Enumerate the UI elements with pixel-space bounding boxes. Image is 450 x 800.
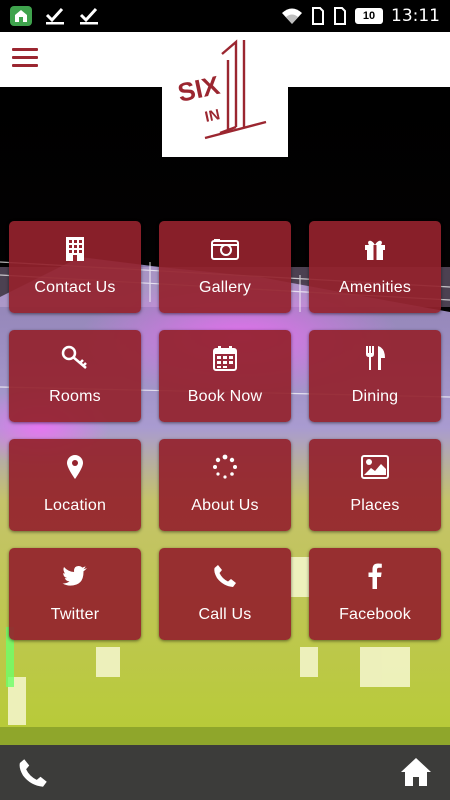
- menu-grid: Contact Us Gallery Amenities Rooms Book …: [9, 221, 441, 640]
- logo-text-sub: IN: [203, 106, 221, 126]
- amenities-button[interactable]: Amenities: [309, 221, 441, 313]
- spinner-icon: [211, 453, 239, 481]
- tile-label: Gallery: [198, 279, 252, 296]
- places-button[interactable]: Places: [309, 439, 441, 531]
- book-now-button[interactable]: Book Now: [159, 330, 291, 422]
- calendar-icon: [211, 344, 239, 372]
- tile-label: Amenities: [338, 279, 412, 296]
- contact-us-button[interactable]: Contact Us: [9, 221, 141, 313]
- home-icon[interactable]: [400, 756, 432, 788]
- facebook-button[interactable]: Facebook: [309, 548, 441, 640]
- wifi-icon: [282, 8, 302, 24]
- tile-label: Twitter: [50, 606, 100, 623]
- clock: 13:11: [391, 6, 440, 26]
- sim-icon: [312, 7, 324, 25]
- bottom-bar: [0, 745, 450, 800]
- rooms-button[interactable]: Rooms: [9, 330, 141, 422]
- tile-label: Location: [43, 497, 107, 514]
- tile-label: Places: [350, 497, 400, 514]
- facebook-icon: [361, 562, 389, 590]
- dining-button[interactable]: Dining: [309, 330, 441, 422]
- check-icon: [79, 7, 98, 25]
- gallery-button[interactable]: Gallery: [159, 221, 291, 313]
- image-icon: [361, 453, 389, 481]
- hamburger-menu-icon[interactable]: [12, 48, 38, 68]
- tile-label: Dining: [351, 388, 399, 405]
- tile-label: Call Us: [198, 606, 252, 623]
- map-pin-icon: [61, 453, 89, 481]
- app-notification-icon: [10, 6, 32, 26]
- tile-label: Book Now: [187, 388, 263, 405]
- key-icon: [61, 344, 89, 372]
- sim-icon: [334, 7, 346, 25]
- phone-icon[interactable]: [18, 758, 48, 788]
- gift-icon: [361, 235, 389, 263]
- status-bar: 10 13:11: [0, 0, 450, 32]
- phone-icon: [211, 562, 239, 590]
- twitter-icon: [61, 562, 89, 590]
- logo-text-main: SIX: [175, 70, 223, 108]
- utensils-icon: [361, 344, 389, 372]
- tile-label: Rooms: [49, 388, 101, 405]
- camera-icon: [211, 235, 239, 263]
- battery-icon: 10: [355, 8, 383, 24]
- check-icon: [45, 7, 64, 25]
- twitter-button[interactable]: Twitter: [9, 548, 141, 640]
- logo: SIX IN 1: [162, 32, 288, 157]
- building-icon: [61, 235, 89, 263]
- tile-label: About Us: [191, 497, 259, 514]
- about-us-button[interactable]: About Us: [159, 439, 291, 531]
- location-button[interactable]: Location: [9, 439, 141, 531]
- tile-label: Contact Us: [34, 279, 116, 296]
- call-us-button[interactable]: Call Us: [159, 548, 291, 640]
- tile-label: Facebook: [339, 606, 411, 623]
